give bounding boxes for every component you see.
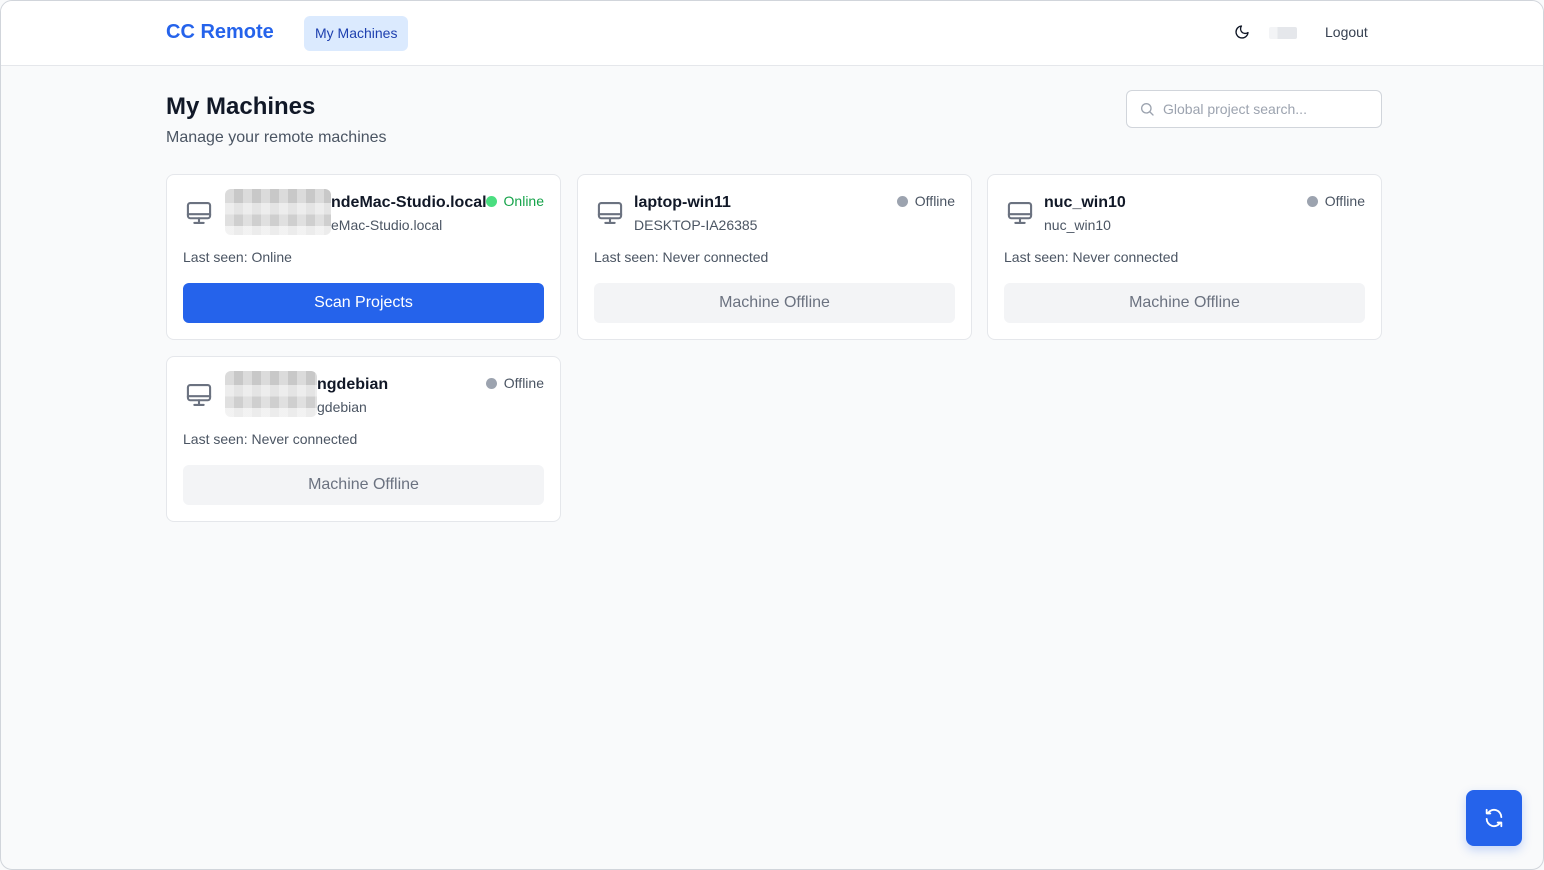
machine-name: ngdebian	[317, 376, 389, 393]
status-dot	[485, 377, 497, 389]
theme-toggle-button[interactable]	[1231, 21, 1253, 43]
machine-card: ndeMac-Studio.local eMac-Studio.local On…	[166, 174, 561, 340]
top-navbar: CC Remote My Machines Logout	[1, 1, 1543, 66]
redacted-area	[225, 189, 331, 235]
last-seen: Last seen: Online	[183, 249, 292, 265]
machine-name: ndeMac-Studio.local	[331, 194, 487, 211]
machine-hostname: gdebian	[317, 399, 367, 415]
machine-hostname: nuc_win10	[1044, 217, 1111, 233]
redacted-area	[225, 371, 317, 417]
last-seen: Last seen: Never connected	[183, 431, 358, 447]
user-avatar[interactable]	[1269, 27, 1297, 39]
status-badge: Offline	[1306, 193, 1365, 209]
status-badge: Offline	[485, 375, 544, 391]
refresh-icon	[1485, 808, 1503, 828]
machine-name: nuc_win10	[1044, 194, 1126, 211]
status-dot	[1306, 195, 1318, 207]
machine-hostname: eMac-Studio.local	[331, 217, 443, 233]
status-badge: Online	[485, 193, 544, 209]
page-title: My Machines	[166, 93, 316, 120]
monitor-icon	[186, 202, 212, 224]
status-badge: Offline	[896, 193, 955, 209]
machine-offline-button: Machine Offline	[1004, 283, 1365, 323]
logout-button[interactable]: Logout	[1325, 24, 1368, 40]
status-label: Online	[503, 193, 544, 209]
last-seen: Last seen: Never connected	[1004, 249, 1179, 265]
app-window: CC Remote My Machines Logout My Machines…	[0, 0, 1544, 870]
monitor-icon	[186, 384, 212, 406]
page-subtitle: Manage your remote machines	[166, 129, 387, 146]
machine-hostname: DESKTOP-IA26385	[634, 217, 758, 233]
search-icon	[1141, 103, 1154, 116]
machine-card: ngdebian gdebian Offline Last seen: Neve…	[166, 356, 561, 522]
search-input[interactable]	[1163, 91, 1373, 127]
last-seen: Last seen: Never connected	[594, 249, 769, 265]
global-project-search[interactable]	[1126, 90, 1382, 128]
brand-logo[interactable]: CC Remote	[166, 21, 274, 44]
machine-card: nuc_win10 nuc_win10 Offline Last seen: N…	[987, 174, 1382, 340]
nav-my-machines[interactable]: My Machines	[304, 16, 409, 51]
scan-projects-button[interactable]: Scan Projects	[183, 283, 544, 323]
status-label: Offline	[503, 375, 544, 391]
status-label: Offline	[914, 193, 955, 209]
machine-name: laptop-win11	[634, 194, 731, 211]
status-label: Offline	[1324, 193, 1365, 209]
moon-icon	[1235, 25, 1249, 39]
status-dot	[896, 195, 908, 207]
monitor-icon	[597, 202, 623, 224]
refresh-button[interactable]	[1466, 790, 1522, 846]
machine-offline-button: Machine Offline	[183, 465, 544, 505]
status-dot	[485, 195, 497, 207]
machine-card: laptop-win11 DESKTOP-IA26385 Offline Las…	[577, 174, 972, 340]
machine-offline-button: Machine Offline	[594, 283, 955, 323]
monitor-icon	[1007, 202, 1033, 224]
